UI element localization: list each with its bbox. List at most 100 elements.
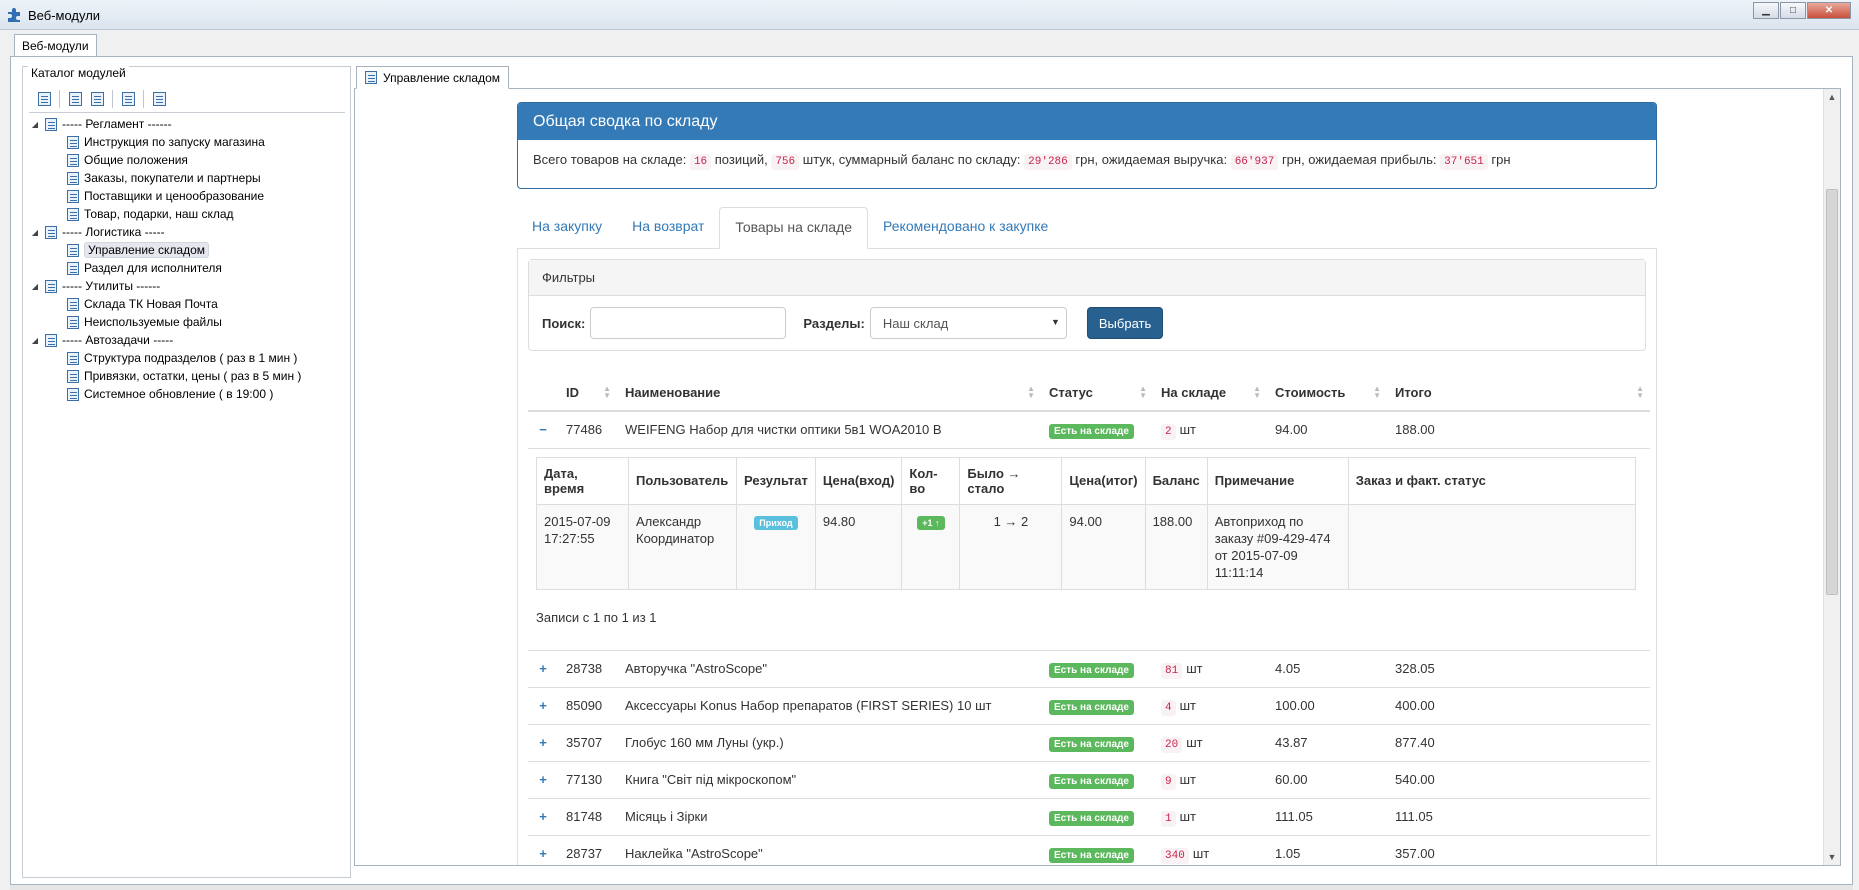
- column-header-name[interactable]: Наименование ▲ ▼: [617, 375, 1041, 412]
- tree-item[interactable]: Товар, подарки, наш склад: [29, 205, 301, 223]
- row-name: Наклейка "AstroScope": [617, 834, 1041, 865]
- collapse-arrow-icon[interactable]: ◢: [29, 228, 41, 237]
- column-header-status[interactable]: Статус ▲ ▼: [1041, 375, 1153, 412]
- qty-unit: шт: [1186, 660, 1203, 676]
- tab-to-purchase[interactable]: На закупку: [517, 207, 617, 248]
- sort-icon[interactable]: ▲ ▼: [1253, 385, 1261, 400]
- tab-recommended[interactable]: Рекомендовано к закупке: [868, 207, 1063, 248]
- summary-label: грн, ожидаемая выручка:: [1075, 152, 1228, 167]
- balance-value: 29'286: [1024, 154, 1072, 170]
- column-label: Наименование: [625, 385, 721, 400]
- sections-select[interactable]: Наш склад ▼: [869, 307, 1067, 339]
- expand-row-button[interactable]: +: [528, 686, 558, 724]
- table-row[interactable]: + 77130 Книга "Світ під мікроскопом" Ест…: [528, 760, 1650, 798]
- scroll-down-icon[interactable]: ▼: [1824, 849, 1840, 865]
- expand-row-button[interactable]: +: [528, 834, 558, 865]
- row-qty: 9 шт: [1153, 760, 1267, 798]
- sort-icon[interactable]: ▲ ▼: [1027, 385, 1035, 400]
- tree-item[interactable]: Инструкция по запуску магазина: [29, 133, 301, 151]
- table-row[interactable]: + 81748 Місяць і Зірки Есть на складе 1ш…: [528, 797, 1650, 835]
- tree-item[interactable]: Склада ТК Новая Почта: [29, 295, 301, 313]
- tree-item[interactable]: Структура подразделов ( раз в 1 мин ): [29, 349, 301, 367]
- status-badge: Есть на складе: [1049, 848, 1134, 864]
- column-header-cost[interactable]: Стоимость ▲ ▼: [1267, 375, 1387, 412]
- column-label: Итого: [1395, 385, 1432, 400]
- tab-in-stock[interactable]: Товары на складе: [719, 207, 869, 249]
- tree-item[interactable]: Привязки, остатки, цены ( раз в 5 мин ): [29, 367, 301, 385]
- collapse-row-button[interactable]: −: [528, 410, 558, 448]
- window-titlebar: Веб-модули ▁ □ ✕: [0, 0, 1859, 30]
- movement-history-table: Дата, время Пользователь Результат Цена(…: [536, 456, 1637, 590]
- window-bottom-border: [10, 885, 1853, 890]
- revenue-value: 66'937: [1230, 154, 1279, 170]
- status-badge: Есть на складе: [1049, 774, 1134, 789]
- add-child-icon[interactable]: [86, 89, 108, 109]
- history-header: Цена(итог): [1061, 456, 1146, 505]
- table-row[interactable]: + 85090 Аксессуары Konus Набор препарато…: [528, 686, 1650, 724]
- tab-warehouse-management[interactable]: Управление складом: [356, 66, 510, 89]
- row-price: 43.87: [1267, 723, 1387, 761]
- scrollbar-thumb[interactable]: [1826, 189, 1838, 595]
- sort-icon[interactable]: ▲ ▼: [1373, 385, 1381, 400]
- expand-row-button[interactable]: +: [528, 649, 558, 687]
- filters-title: Фильтры: [529, 260, 1645, 296]
- column-header-in-stock[interactable]: На складе ▲ ▼: [1153, 375, 1267, 412]
- row-total: 877.40: [1387, 723, 1650, 761]
- tab-to-return[interactable]: На возврат: [617, 207, 719, 248]
- summary-label: штук, суммарный баланс по складу:: [802, 152, 1021, 167]
- tree-item[interactable]: Системное обновление ( в 19:00 ): [29, 385, 301, 403]
- history-row: 2015-07-09 17:27:55 Александр Координато…: [536, 503, 1637, 590]
- table-row[interactable]: + 35707 Глобус 160 мм Луны (укр.) Есть н…: [528, 723, 1650, 761]
- table-row[interactable]: + 28738 Авторучка "AstroScope" Есть на с…: [528, 649, 1650, 687]
- tree-item[interactable]: Неиспользуемые файлы: [29, 313, 301, 331]
- close-button[interactable]: ✕: [1807, 2, 1851, 19]
- tree-group-autotasks[interactable]: ◢ ----- Автозадачи -----: [29, 331, 301, 349]
- tree-item[interactable]: Общие положения: [29, 151, 301, 169]
- add-module-icon[interactable]: [33, 89, 55, 109]
- tree-item[interactable]: Раздел для исполнителя: [29, 259, 301, 277]
- filters-form: Поиск: Разделы: Наш склад ▼ Выбрать: [529, 296, 1645, 350]
- vertical-scrollbar[interactable]: ▲ ▼: [1823, 89, 1840, 865]
- catalog-title: Каталог модулей: [28, 66, 129, 80]
- table-row[interactable]: + 28737 Наклейка "AstroScope" Есть на ск…: [528, 834, 1650, 865]
- select-button[interactable]: Выбрать: [1086, 307, 1164, 339]
- tree-group-reglament[interactable]: ◢ ----- Регламент ------: [29, 115, 301, 133]
- minimize-button[interactable]: ▁: [1753, 2, 1779, 19]
- row-id: 85090: [558, 686, 617, 724]
- summary-label: позиций,: [714, 152, 768, 167]
- expand-row-button[interactable]: +: [528, 797, 558, 835]
- tree-group-logistics[interactable]: ◢ ----- Логистика -----: [29, 223, 301, 241]
- row-name: Аксессуары Konus Набор препаратов (FIRST…: [617, 686, 1041, 724]
- table-row[interactable]: − 77486 WEIFENG Набор для чистки оптики …: [528, 410, 1650, 448]
- tree-item[interactable]: Заказы, покупатели и партнеры: [29, 169, 301, 187]
- tree-item-warehouse-management[interactable]: Управление складом: [29, 241, 301, 259]
- tree-group-utilities[interactable]: ◢ ----- Утилиты ------: [29, 277, 301, 295]
- delete-module-icon[interactable]: [117, 89, 139, 109]
- qty-value: 9: [1161, 773, 1176, 790]
- sort-icon[interactable]: ▲ ▼: [1139, 385, 1147, 400]
- result-badge: Приход: [754, 515, 798, 530]
- sort-icon[interactable]: ▲ ▼: [1636, 385, 1644, 400]
- column-header-id[interactable]: ID ▲ ▼: [558, 375, 617, 412]
- row-price: 4.05: [1267, 649, 1387, 687]
- qty-value: 1: [1161, 810, 1176, 827]
- collapse-arrow-icon[interactable]: ◢: [29, 120, 41, 129]
- tree-item[interactable]: Поставщики и ценообразование: [29, 187, 301, 205]
- column-header-total[interactable]: Итого ▲ ▼: [1387, 375, 1650, 412]
- row-name: Глобус 160 мм Луны (укр.): [617, 723, 1041, 761]
- qty-unit: шт: [1179, 697, 1196, 713]
- collapse-arrow-icon[interactable]: ◢: [29, 282, 41, 291]
- properties-icon[interactable]: [148, 89, 170, 109]
- expand-row-button[interactable]: +: [528, 760, 558, 798]
- maximize-button[interactable]: □: [1780, 2, 1806, 19]
- search-input[interactable]: [590, 307, 787, 339]
- collapse-arrow-icon[interactable]: ◢: [29, 336, 41, 345]
- row-status: Есть на складе: [1041, 760, 1153, 798]
- expand-row-button[interactable]: +: [528, 723, 558, 761]
- move-module-icon[interactable]: [64, 89, 86, 109]
- module-icon: [45, 117, 57, 131]
- scroll-up-icon[interactable]: ▲: [1824, 89, 1840, 105]
- row-id: 77486: [558, 410, 617, 448]
- sort-icon[interactable]: ▲ ▼: [603, 385, 611, 400]
- tab-web-modules[interactable]: Веб-модули: [14, 34, 97, 56]
